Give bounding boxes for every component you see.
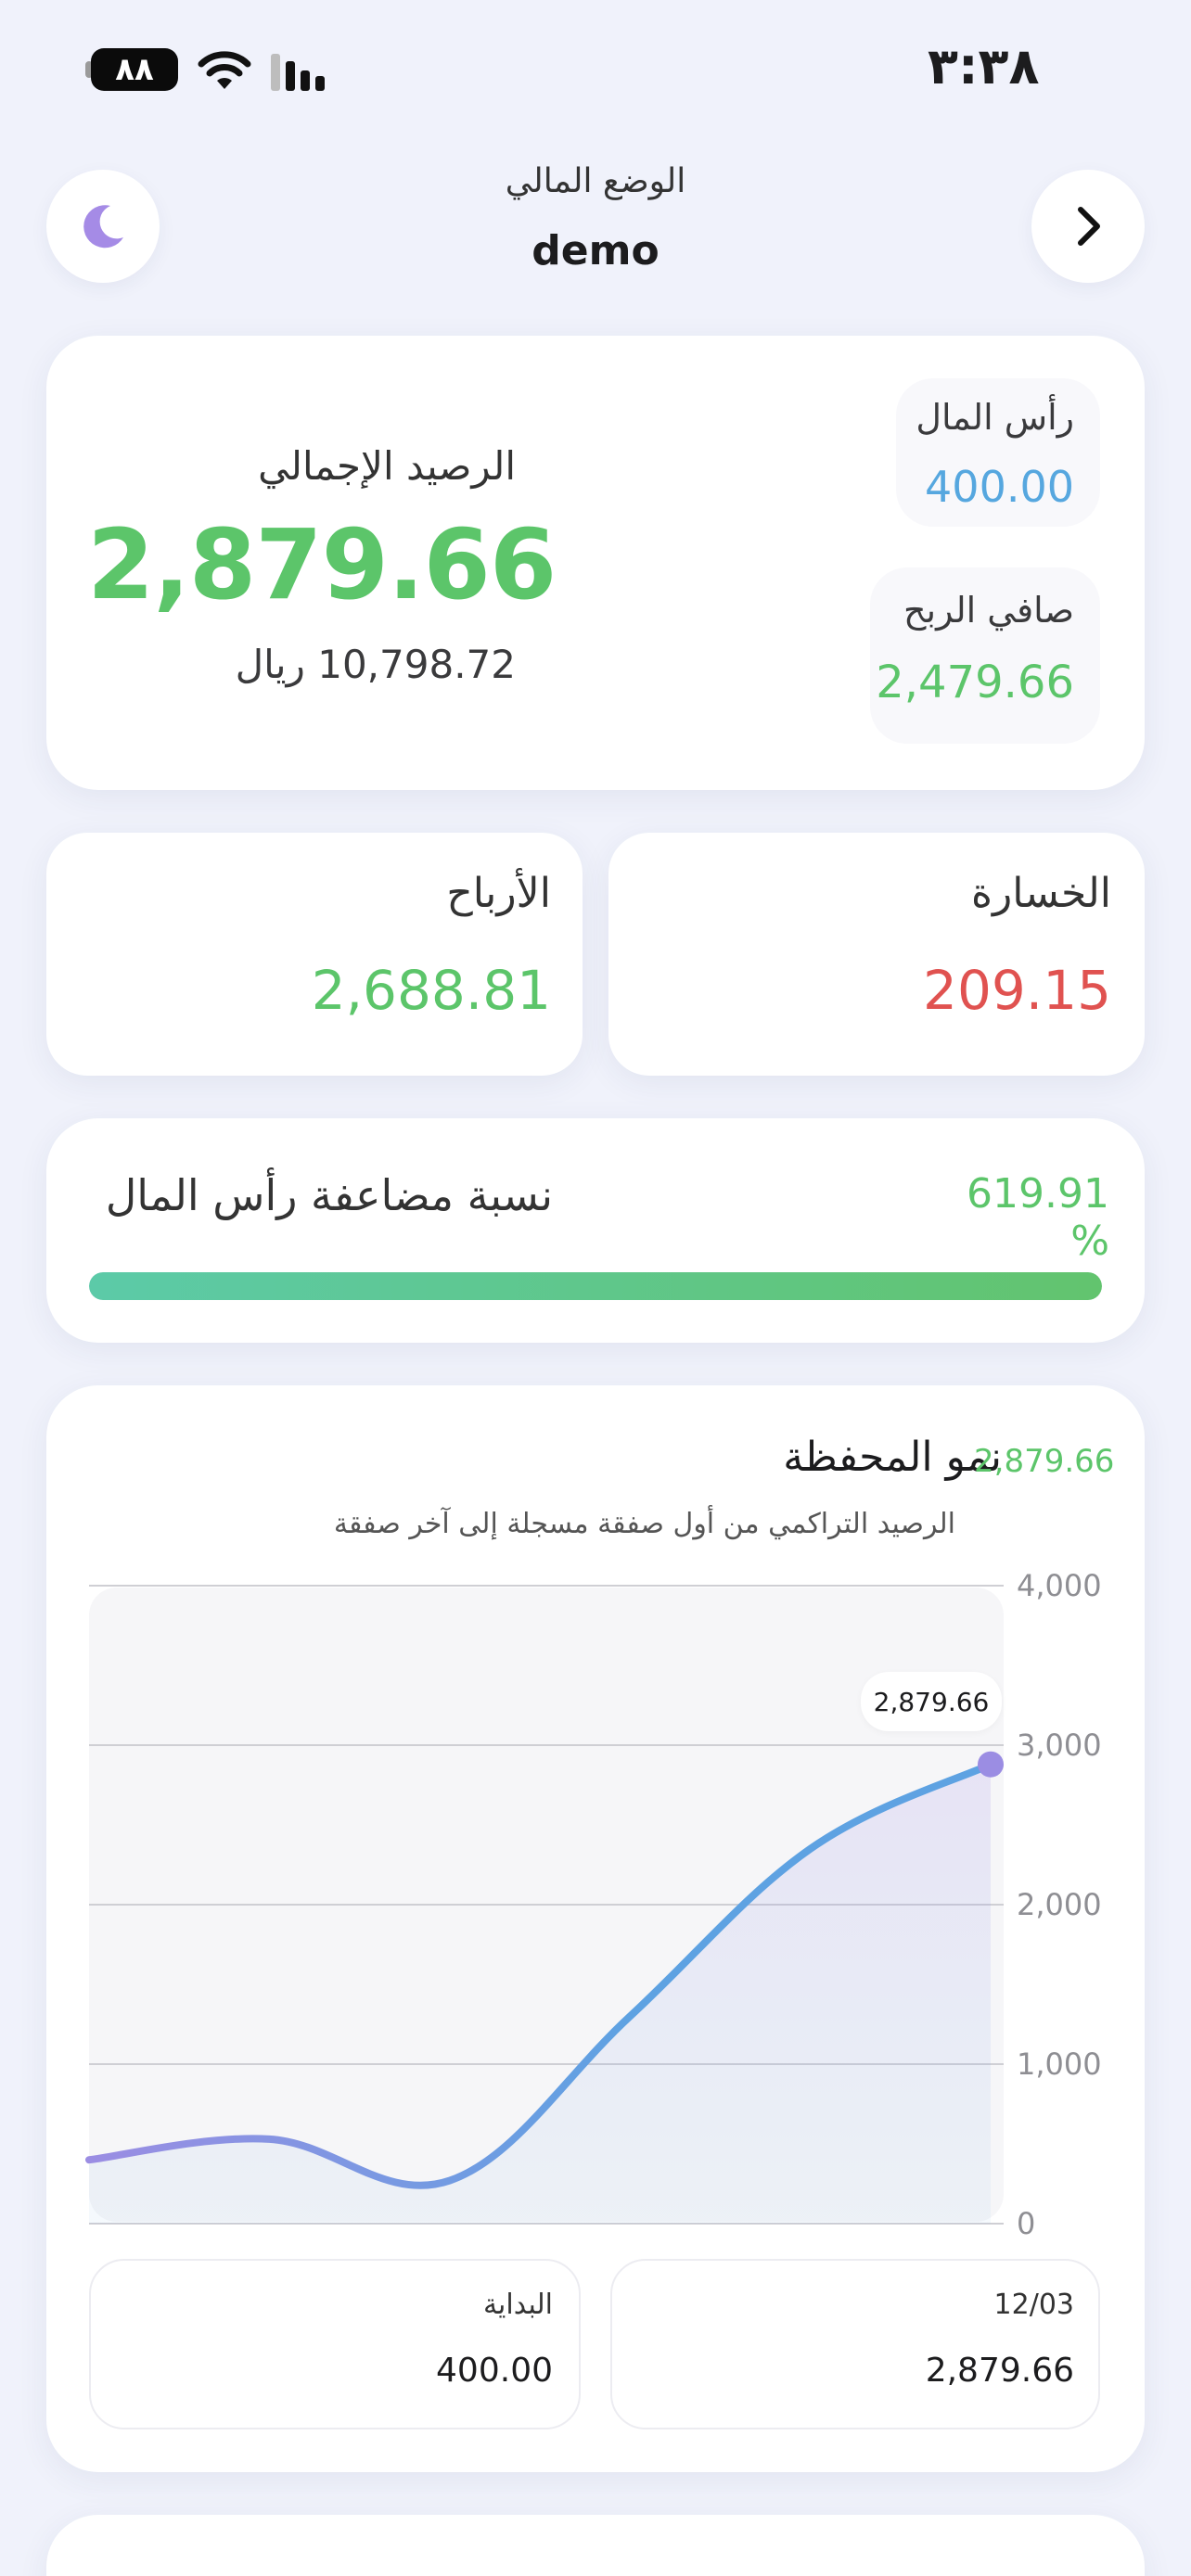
chart-end-value: 2,879.66 [925,2352,1074,2390]
y-tick-label: 3,000 [1017,1728,1102,1763]
chart-start-label: البداية [482,2289,553,2321]
last-point-label: 2,879.66 [873,1686,990,1717]
last-point-tooltip: 2,879.66 [861,1672,1002,1731]
y-tick-label: 0 [1017,2206,1035,2241]
chart-end-stat [610,2259,1100,2429]
y-tick-label: 1,000 [1017,2047,1102,2082]
chart-end-label: 12/03 [993,2289,1074,2321]
last-data-point [978,1751,1004,1778]
chart-start-value: 400.00 [436,2352,553,2390]
y-tick-label: 4,000 [1017,1568,1102,1603]
portfolio-growth-chart: 4,000 3,000 2,000 1,000 0 [85,1568,1102,2241]
next-card [46,2515,1145,2576]
y-tick-label: 2,000 [1017,1887,1102,1922]
chart-start-stat [89,2259,581,2429]
